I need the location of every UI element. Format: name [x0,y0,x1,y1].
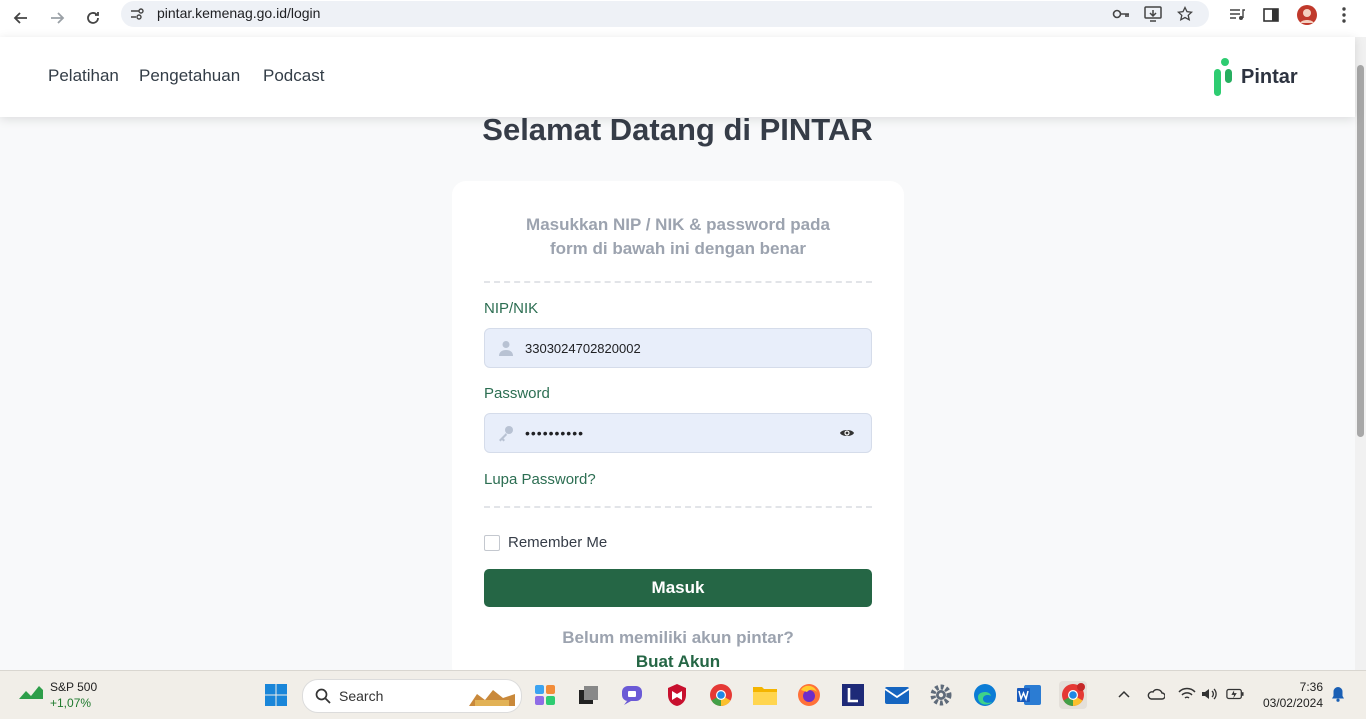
install-app-icon[interactable] [1143,4,1163,24]
taskbar: S&P 500 +1,07% Search 7:36 03/02/2024 [0,670,1366,719]
nip-field[interactable] [484,328,872,368]
intro-line-1: Masukkan NIP / NIK & password pada [526,215,830,234]
login-card: Masukkan NIP / NIK & password pada form … [452,181,904,681]
scrollbar-thumb[interactable] [1357,65,1364,437]
profile-avatar-icon[interactable] [1295,3,1319,27]
file-explorer-icon[interactable] [751,681,779,709]
search-icon [315,688,331,704]
mcafee-icon[interactable] [663,681,691,709]
intro-line-2: form di bawah ini dengan benar [550,239,806,258]
pintar-logo[interactable]: Pintar [1212,57,1312,97]
reload-icon[interactable] [78,3,108,33]
firefox-icon[interactable] [795,681,823,709]
remember-checkbox[interactable] [484,535,500,551]
no-account-text: Belum memiliki akun pintar? [562,628,794,647]
url-text[interactable]: pintar.kemenag.go.id/login [157,5,320,21]
back-icon[interactable] [6,3,36,33]
start-windows-icon[interactable] [262,681,290,709]
password-input[interactable] [525,414,825,452]
word-icon[interactable] [1015,681,1043,709]
browser-toolbar: pintar.kemenag.go.id/login [0,0,1366,38]
divider [484,281,872,283]
nav-pelatihan[interactable]: Pelatihan [48,66,119,86]
site-settings-icon[interactable] [127,4,147,24]
clock-time: 7:36 [1299,680,1323,694]
stock-chart-icon [19,686,43,699]
logo-text: Pintar [1241,66,1298,88]
search-highlight-icon [469,690,515,706]
copilot-icon[interactable] [531,681,559,709]
nip-input[interactable] [525,329,825,367]
forward-icon[interactable] [42,3,72,33]
password-field[interactable] [484,413,872,453]
side-panel-icon[interactable] [1259,3,1283,27]
forgot-password-link[interactable]: Lupa Password? [484,471,596,488]
search-label: Search [339,688,384,704]
taskbar-search[interactable]: Search [302,679,522,713]
task-view-icon[interactable] [575,681,603,709]
show-hidden-icons-chevron-icon[interactable] [1115,685,1133,703]
create-account-link[interactable]: Buat Akun [482,652,874,672]
pintar-logo-icon [1214,58,1232,96]
teams-chat-icon[interactable] [619,681,647,709]
chrome-active-icon[interactable] [1059,681,1087,709]
chrome-icon[interactable] [707,681,735,709]
app-l-icon[interactable] [839,681,867,709]
taskbar-clock[interactable]: 7:36 03/02/2024 [1255,679,1323,711]
onedrive-sync-icon[interactable] [1147,685,1165,703]
address-bar[interactable]: pintar.kemenag.go.id/login [121,1,1209,27]
browser-menu-icon[interactable] [1332,3,1356,27]
media-controls-icon[interactable] [1225,3,1249,27]
key-icon[interactable] [1111,4,1131,24]
battery-icon[interactable] [1226,685,1244,703]
intro-text: Masukkan NIP / NIK & password pada form … [482,213,874,261]
login-button[interactable]: Masuk [484,569,872,607]
password-label: Password [484,385,550,402]
nav-pengetahuan[interactable]: Pengetahuan [139,66,240,86]
clock-date: 03/02/2024 [1262,696,1323,710]
bookmark-star-icon[interactable] [1175,4,1195,24]
notification-bell-icon[interactable] [1329,685,1347,703]
edge-icon[interactable] [971,681,999,709]
page-title: Selamat Datang di PINTAR [482,112,873,147]
user-icon [499,341,513,356]
wifi-icon[interactable] [1178,685,1196,703]
page-scrollbar[interactable] [1355,37,1366,670]
nav-podcast[interactable]: Podcast [263,66,324,86]
mail-icon[interactable] [883,681,911,709]
key-field-icon [499,426,513,442]
volume-icon[interactable] [1201,685,1219,703]
divider [484,506,872,508]
eye-icon[interactable] [839,426,855,440]
nip-label: NIP/NIK [484,300,539,317]
settings-gear-icon[interactable] [927,681,955,709]
stock-change: +1,07% [50,696,92,710]
remember-label: Remember Me [508,534,608,551]
site-header: Pelatihan Pengetahuan Podcast Pintar [0,37,1355,117]
stock-name: S&P 500 [50,680,98,694]
